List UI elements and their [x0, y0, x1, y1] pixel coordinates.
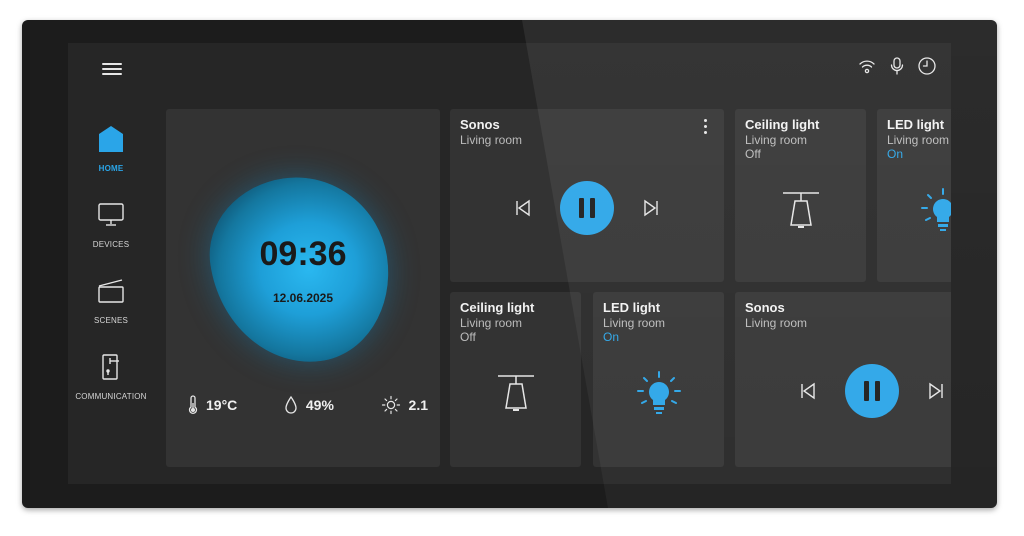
temperature-value: 19°C: [206, 397, 238, 413]
nav-item-devices[interactable]: DEVICES: [68, 200, 154, 249]
pause-icon: [864, 381, 869, 401]
sun-icon: [381, 395, 400, 415]
card-title: LED light: [603, 300, 661, 315]
nav-item-scenes[interactable]: SCENES: [68, 276, 154, 325]
humidity-stat: 49%: [284, 395, 334, 415]
led-light-card-top[interactable]: LED light Living room On: [877, 109, 951, 282]
panel-device: HOME DEVICES SCENES COMMUNICATION 09:36 …: [22, 20, 997, 508]
weather-stats: 19°C 49% 2.1: [188, 395, 428, 415]
thermometer-icon: [188, 395, 198, 415]
temperature-stat: 19°C: [188, 395, 237, 415]
nav-item-home[interactable]: HOME: [68, 124, 154, 173]
wifi-icon[interactable]: [857, 55, 877, 77]
pause-icon: [579, 198, 584, 218]
card-room: Living room: [460, 316, 523, 330]
door-entry-icon: [96, 352, 126, 382]
light-bulb-on-icon: [921, 188, 951, 231]
clock-weather-card[interactable]: 09:36 12.06.2025 19°C 49% 2.1: [166, 109, 440, 467]
sonos-card-top[interactable]: Sonos Living room: [450, 109, 724, 282]
microphone-icon[interactable]: [887, 55, 907, 77]
card-room: Living room: [745, 133, 808, 147]
nav-label-communication: COMMUNICATION: [75, 392, 147, 401]
sonos-card-bottom[interactable]: Sonos Living room: [735, 292, 951, 467]
nav-item-communication[interactable]: COMMUNICATION: [68, 352, 154, 401]
card-room: Living room: [745, 316, 808, 330]
nav-label-home: HOME: [98, 164, 124, 173]
skip-previous-icon[interactable]: [514, 199, 532, 217]
menu-icon[interactable]: [102, 60, 122, 76]
ceiling-light-card-top[interactable]: Ceiling light Living room Off: [735, 109, 866, 282]
card-room: Living room: [603, 316, 666, 330]
card-state: On: [603, 330, 620, 344]
clock-icon[interactable]: [917, 55, 937, 77]
water-drop-icon: [285, 395, 297, 414]
card-room: Living room: [460, 133, 523, 147]
nav-label-devices: DEVICES: [92, 240, 130, 249]
card-title: Ceiling light: [460, 300, 535, 315]
card-title: LED light: [887, 117, 945, 132]
home-icon: [96, 124, 126, 154]
touch-screen: HOME DEVICES SCENES COMMUNICATION 09:36 …: [68, 43, 951, 484]
pause-button[interactable]: [845, 364, 899, 418]
scenes-icon: [96, 276, 126, 306]
card-title: Sonos: [745, 300, 785, 315]
skip-next-icon[interactable]: [927, 382, 945, 400]
uv-value: 2.1: [408, 397, 428, 413]
ceiling-light-card-bottom[interactable]: Ceiling light Living room Off: [450, 292, 581, 467]
pause-button[interactable]: [560, 181, 614, 235]
clock-time: 09:36: [259, 235, 347, 273]
more-options-icon[interactable]: [702, 119, 708, 137]
monitor-icon: [96, 200, 126, 230]
status-bar: [857, 55, 937, 77]
skip-next-icon[interactable]: [642, 199, 660, 217]
led-light-card-bottom[interactable]: LED light Living room On: [593, 292, 724, 467]
card-state: Off: [460, 330, 476, 344]
clock-date: 12.06.2025: [272, 291, 334, 305]
nav-label-scenes: SCENES: [93, 316, 129, 325]
ceiling-lamp-icon: [498, 375, 534, 411]
card-title: Ceiling light: [745, 117, 820, 132]
ceiling-lamp-icon: [783, 192, 819, 228]
uv-stat: 2.1: [381, 395, 428, 415]
skip-previous-icon[interactable]: [799, 382, 817, 400]
card-room: Living room: [887, 133, 950, 147]
card-state: On: [887, 147, 904, 161]
card-state: Off: [745, 147, 761, 161]
card-title: Sonos: [460, 117, 500, 132]
humidity-value: 49%: [305, 397, 334, 413]
light-bulb-on-icon: [637, 371, 681, 414]
